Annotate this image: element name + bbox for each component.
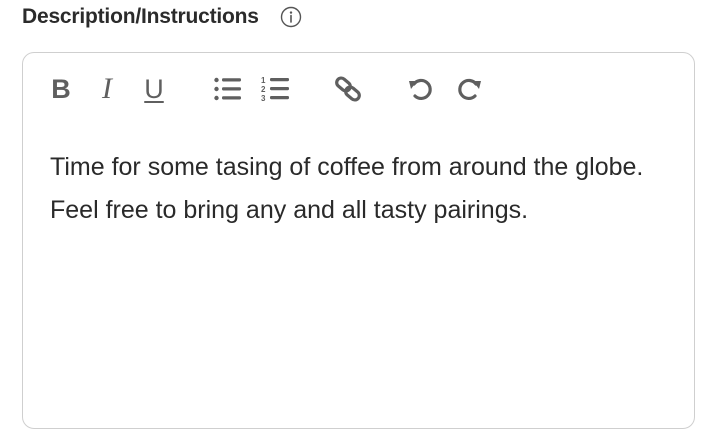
underline-button[interactable]: U bbox=[140, 73, 168, 105]
numbered-list-icon: 1 2 3 bbox=[261, 76, 289, 103]
field-header: Description/Instructions bbox=[22, 2, 303, 32]
editor-content[interactable]: Time for some tasing of coffee from arou… bbox=[50, 146, 660, 232]
insert-link-button[interactable] bbox=[333, 73, 363, 105]
bulleted-list-icon bbox=[214, 77, 241, 101]
redo-icon bbox=[458, 78, 481, 101]
field-label: Description/Instructions bbox=[22, 5, 259, 28]
svg-text:3: 3 bbox=[261, 94, 266, 103]
bulleted-list-button[interactable] bbox=[213, 73, 243, 105]
bold-icon: B bbox=[51, 74, 71, 104]
editor-toolbar: B I U 1 2 3 bbox=[23, 53, 694, 125]
undo-icon bbox=[409, 78, 432, 101]
link-icon bbox=[335, 76, 361, 102]
numbered-list-button[interactable]: 1 2 3 bbox=[261, 73, 291, 105]
italic-button[interactable]: I bbox=[95, 73, 119, 105]
svg-text:1: 1 bbox=[261, 76, 266, 85]
description-editor[interactable]: B I U 1 2 3 Time for some tasing of coff… bbox=[22, 52, 695, 429]
info-circle-icon[interactable] bbox=[279, 5, 303, 29]
underline-icon: U bbox=[144, 74, 164, 104]
undo-button[interactable] bbox=[405, 73, 435, 105]
italic-icon: I bbox=[102, 72, 112, 105]
bold-button[interactable]: B bbox=[48, 73, 74, 105]
redo-button[interactable] bbox=[455, 73, 485, 105]
svg-text:2: 2 bbox=[261, 85, 266, 94]
